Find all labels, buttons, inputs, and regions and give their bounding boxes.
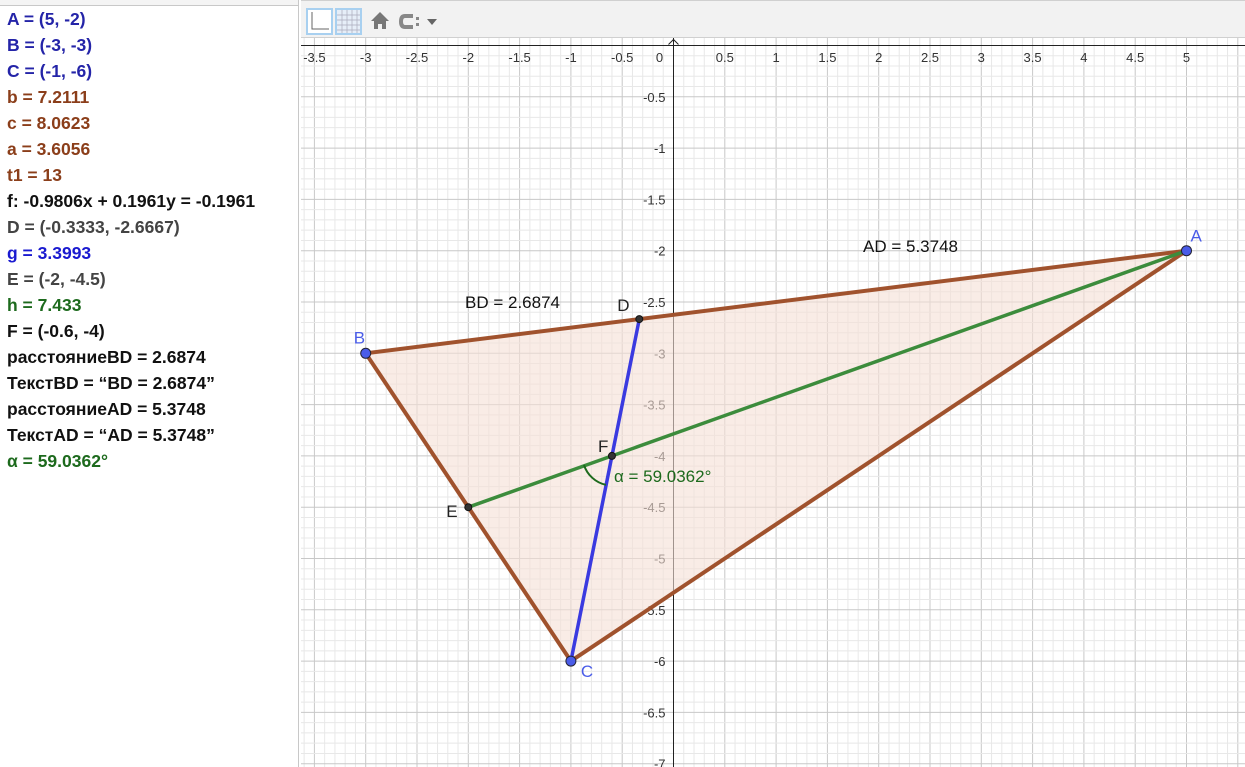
text-bd: BD = 2.6874 [465, 293, 560, 312]
algebra-item[interactable]: ТекстAD = “AD = 5.3748” [0, 422, 298, 448]
grid-toggle-button[interactable] [335, 8, 362, 35]
y-tick-label: -1 [654, 141, 666, 156]
algebra-item[interactable]: расстояниеBD = 2.6874 [0, 344, 298, 370]
algebra-item[interactable]: ТекстBD = “BD = 2.6874” [0, 370, 298, 396]
x-tick-label: 1.5 [818, 50, 836, 65]
point-a [1181, 245, 1192, 257]
algebra-list: A = (5, -2) B = (-3, -3) C = (-1, -6) b = 7… [0, 6, 298, 474]
algebra-item[interactable]: α = 59.0362° [0, 448, 298, 474]
algebra-item[interactable]: F = (-0.6, -4) [0, 318, 298, 344]
point-capture-dropdown[interactable] [397, 8, 443, 35]
x-tick-label: 3.5 [1024, 50, 1042, 65]
text-ad: AD = 5.3748 [863, 237, 958, 256]
label-f: F [598, 437, 608, 456]
y-tick-label: -7 [654, 757, 666, 767]
algebra-item[interactable]: E = (-2, -4.5) [0, 266, 298, 292]
x-tick-label: -1.5 [508, 50, 530, 65]
algebra-item[interactable]: B = (-3, -3) [0, 32, 298, 58]
algebra-view: A = (5, -2) B = (-3, -3) C = (-1, -6) b = 7… [0, 0, 299, 767]
x-tick-label: -1 [565, 50, 577, 65]
algebra-item[interactable]: f: -0.9806x + 0.1961y = -0.1961 [0, 188, 298, 214]
algebra-item[interactable]: a = 3.6056 [0, 136, 298, 162]
label-d: D [617, 296, 629, 315]
x-tick-label: 5 [1183, 50, 1190, 65]
y-tick-label: -6.5 [643, 705, 665, 720]
home-view-button[interactable] [367, 8, 394, 35]
axes-toggle-button[interactable] [306, 8, 333, 35]
x-tick-label: 4.5 [1126, 50, 1144, 65]
point-f [607, 451, 616, 460]
y-tick-label: -0.5 [643, 90, 665, 105]
text-alpha: α = 59.0362° [614, 467, 711, 486]
algebra-item[interactable]: t1 = 13 [0, 162, 298, 188]
algebra-item[interactable]: c = 8.0623 [0, 110, 298, 136]
graphics-style-bar [301, 0, 1245, 38]
point-e [464, 503, 473, 512]
magnet-icon [398, 14, 437, 29]
algebra-item[interactable]: b = 7.2111 [0, 84, 298, 110]
label-c: C [581, 662, 593, 681]
point-d [635, 315, 644, 324]
x-tick-label: 3 [978, 50, 985, 65]
x-tick-label: 4 [1080, 50, 1087, 65]
x-tick-label: -2.5 [406, 50, 428, 65]
algebra-item[interactable]: C = (-1, -6) [0, 58, 298, 84]
x-tick-label: 0.5 [716, 50, 734, 65]
algebra-item[interactable]: D = (-0.3333, -2.6667) [0, 214, 298, 240]
chevron-down-icon [427, 19, 437, 25]
point-b [360, 347, 372, 359]
graphics-canvas[interactable]: -3.5 -3 -2.5 -2 -1.5 -1 -0.5 0 0.5 1 1.5 2 2.5 3 3.5 4 4… [301, 0, 1245, 767]
label-b: B [354, 328, 365, 347]
home-icon [371, 12, 389, 29]
x-tick-label: -0.5 [611, 50, 633, 65]
x-tick-label: 0 [656, 50, 663, 65]
y-tick-label: -2.5 [643, 295, 665, 310]
x-tick-label: -3.5 [303, 50, 325, 65]
graphics-view[interactable]: -3.5 -3 -2.5 -2 -1.5 -1 -0.5 0 0.5 1 1.5 2 2.5 3 3.5 4 4… [301, 0, 1245, 767]
x-tick-label: 2.5 [921, 50, 939, 65]
algebra-item[interactable]: g = 3.3993 [0, 240, 298, 266]
x-tick-label: 2 [875, 50, 882, 65]
x-tick-label: -2 [463, 50, 475, 65]
algebra-item[interactable]: A = (5, -2) [0, 6, 298, 32]
point-c [565, 655, 577, 667]
y-tick-label: -2 [654, 244, 666, 259]
algebra-item[interactable]: расстояниеAD = 5.3748 [0, 396, 298, 422]
x-tick-label: -3 [360, 50, 372, 65]
axes-icon [311, 12, 329, 30]
y-tick-label: -1.5 [643, 192, 665, 207]
algebra-item[interactable]: h = 7.433 [0, 292, 298, 318]
y-tick-label: -6 [654, 654, 666, 669]
grid-icon [337, 10, 360, 33]
x-tick-label: 1 [772, 50, 779, 65]
label-e: E [446, 502, 457, 521]
label-a: A [1191, 227, 1203, 246]
